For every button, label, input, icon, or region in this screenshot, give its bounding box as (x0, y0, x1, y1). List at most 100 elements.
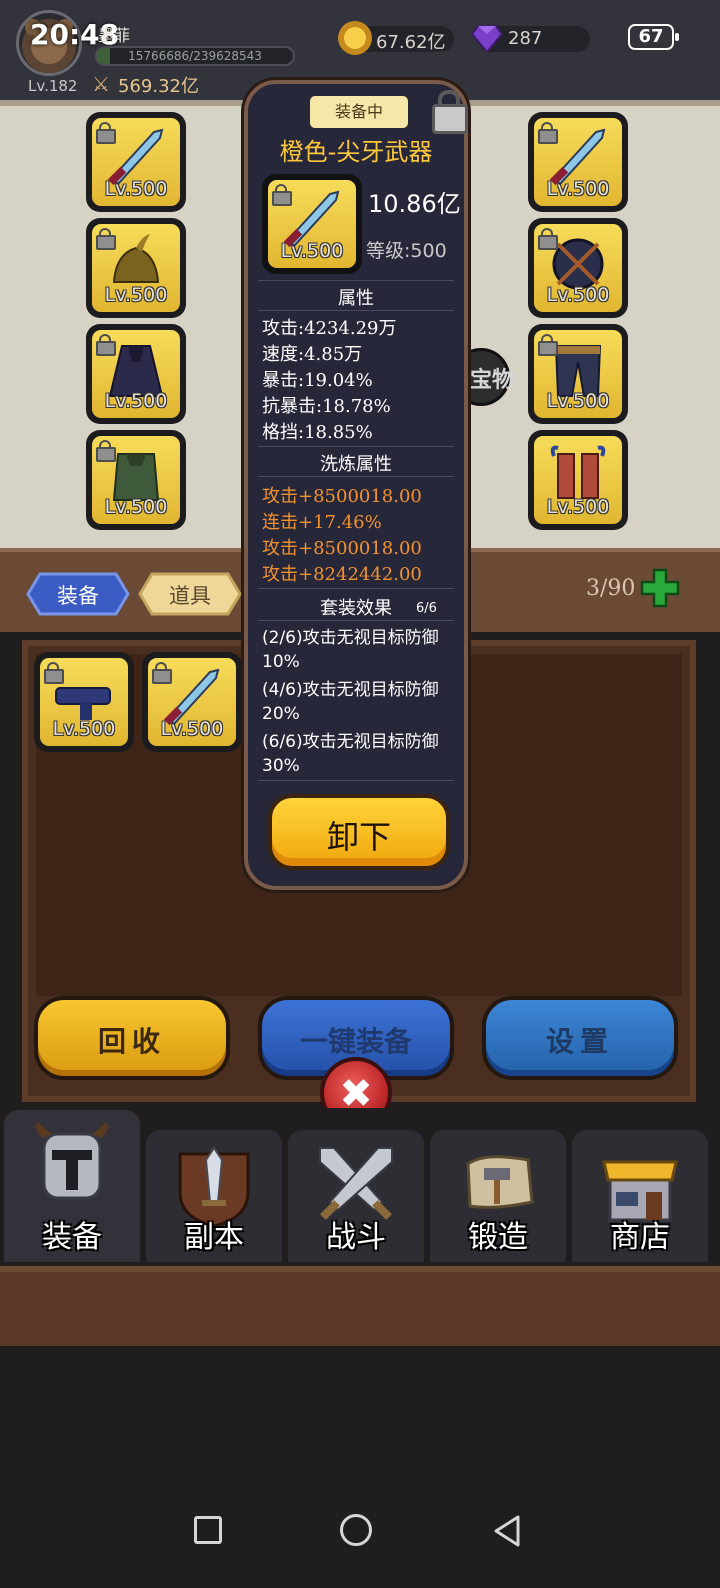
nav-label: 战斗 (326, 1220, 386, 1255)
set-count: 6/6 (416, 601, 437, 616)
lock-icon (96, 228, 116, 250)
refine-line: 攻击+8500018.00 (262, 538, 422, 559)
divider (258, 476, 454, 477)
item-power: 10.86亿 (368, 190, 461, 218)
equipped-badge: 装备中 (310, 96, 408, 128)
item-preview: Lv.500 (262, 174, 362, 274)
refine-line: 攻击+8242442.00 (262, 564, 422, 585)
divider (258, 588, 454, 589)
recycle-label: 回收 (97, 1025, 166, 1058)
slot-frame: Lv.500 (534, 224, 622, 312)
lock-icon (272, 184, 292, 206)
back-icon[interactable] (492, 1514, 522, 1548)
slot-level: Lv.500 (546, 496, 610, 518)
equip-slot-shield[interactable]: Lv.500 (528, 218, 628, 318)
slot-frame: Lv.500 (40, 658, 128, 746)
equip-slot-helmet[interactable]: Lv.500 (86, 218, 186, 318)
slot-frame: Lv.500 (92, 118, 180, 206)
gem-icon (472, 25, 502, 52)
gold-coin-icon (338, 21, 372, 55)
divider (258, 620, 454, 621)
equip-slot-weapon[interactable]: Lv.500 (86, 112, 186, 212)
recycle-button[interactable]: 回收 (34, 996, 230, 1080)
helmet-icon (35, 1122, 109, 1200)
lock-icon[interactable] (432, 90, 468, 134)
nav-label: 锻造 (468, 1220, 528, 1255)
auto-equip-label: 一键装备 (299, 1025, 412, 1058)
lock-icon (538, 228, 558, 250)
slot-frame: Lv.500 (92, 224, 180, 312)
slot-level: Lv.500 (104, 178, 168, 200)
lock-icon (96, 440, 116, 462)
nav-label: 副本 (184, 1220, 244, 1255)
refine-title: 洗炼属性 (320, 454, 392, 475)
attribute-line: 格挡:18.85% (262, 422, 373, 443)
bag-item-weapon[interactable]: Lv.500 (142, 652, 242, 752)
item-level: Lv.500 (280, 240, 344, 262)
equip-slot-boots[interactable]: Lv.500 (528, 430, 628, 530)
set-effect-line: (2/6)攻击无视目标防御10% (262, 628, 439, 672)
combat-power: 569.32亿 (118, 76, 199, 97)
recents-icon[interactable] (194, 1516, 222, 1544)
refine-line: 攻击+8500018.00 (262, 486, 422, 507)
xp-text: 15766686/239628543 (128, 49, 262, 63)
add-icon[interactable] (640, 568, 680, 608)
equip-slot-armor[interactable]: Lv.500 (86, 430, 186, 530)
unequip-label: 卸下 (326, 818, 391, 856)
tab-items[interactable]: 道具 (138, 572, 242, 616)
divider (258, 446, 454, 447)
system-navigation-bar (0, 1346, 720, 1588)
set-effect-title: 套装效果 (320, 598, 392, 619)
nav-forge[interactable]: 锻造 (430, 1130, 566, 1262)
slot-level: Lv.500 (546, 178, 610, 200)
divider (258, 780, 454, 781)
player-name: 墨菲 (98, 26, 131, 45)
settings-button[interactable]: 设置 (482, 996, 678, 1080)
slot-frame: Lv.500 (148, 658, 236, 746)
gold-value: 67.62亿 (376, 32, 446, 53)
xp-bar: 15766686/239628543 (95, 46, 295, 66)
slot-level: Lv.500 (52, 718, 116, 740)
lock-icon (538, 122, 558, 144)
treasure-toggle-label: 宝物 (470, 368, 515, 393)
nav-battle[interactable]: 战斗 (288, 1130, 424, 1262)
equip-slot-weapon-2[interactable]: Lv.500 (528, 112, 628, 212)
equip-slot-cloak[interactable]: Lv.500 (86, 324, 186, 424)
item-detail-popup: 装备中 橙色-尖牙武器 Lv.500 10.86亿 等级:500 属性 攻击:4… (244, 80, 468, 890)
lock-icon (96, 122, 116, 144)
lock-icon (152, 662, 172, 684)
slot-level: Lv.500 (160, 718, 224, 740)
lock-icon (44, 662, 64, 684)
attribute-line: 抗暴击:18.78% (262, 396, 391, 417)
refine-line: 连击+17.46% (262, 512, 382, 533)
slot-frame: Lv.500 (92, 436, 180, 524)
divider (258, 280, 454, 281)
set-effect-line: (6/6)攻击无视目标防御30% (262, 732, 439, 776)
item-grade: 等级:500 (366, 240, 447, 262)
attributes-title: 属性 (338, 288, 374, 309)
tab-equipment[interactable]: 装备 (26, 572, 130, 616)
gem-value: 287 (508, 28, 543, 49)
slot-level: Lv.500 (546, 390, 610, 412)
slot-level: Lv.500 (546, 284, 610, 306)
tab-label: 道具 (169, 584, 211, 608)
nav-base-strip (0, 1266, 720, 1346)
slot-level: Lv.500 (104, 284, 168, 306)
unequip-button[interactable]: 卸下 (268, 794, 450, 870)
nav-equipment[interactable]: 装备 (4, 1110, 140, 1262)
slot-frame: Lv.500 (92, 330, 180, 418)
battery-level: 67 (638, 26, 664, 47)
tab-label: 装备 (57, 584, 99, 608)
attribute-line: 暴击:19.04% (262, 370, 373, 391)
lock-icon (538, 334, 558, 356)
slot-frame: Lv.500 (534, 118, 622, 206)
nav-shop[interactable]: 商店 (572, 1130, 708, 1262)
home-icon[interactable] (340, 1514, 372, 1546)
attribute-line: 速度:4.85万 (262, 344, 363, 365)
battery-tip (675, 33, 679, 41)
equip-slot-pants[interactable]: Lv.500 (528, 324, 628, 424)
attribute-line: 攻击:4234.29万 (262, 318, 397, 339)
nav-dungeon[interactable]: 副本 (146, 1130, 282, 1262)
lock-icon (96, 334, 116, 356)
bag-item-gun[interactable]: Lv.500 (34, 652, 134, 752)
